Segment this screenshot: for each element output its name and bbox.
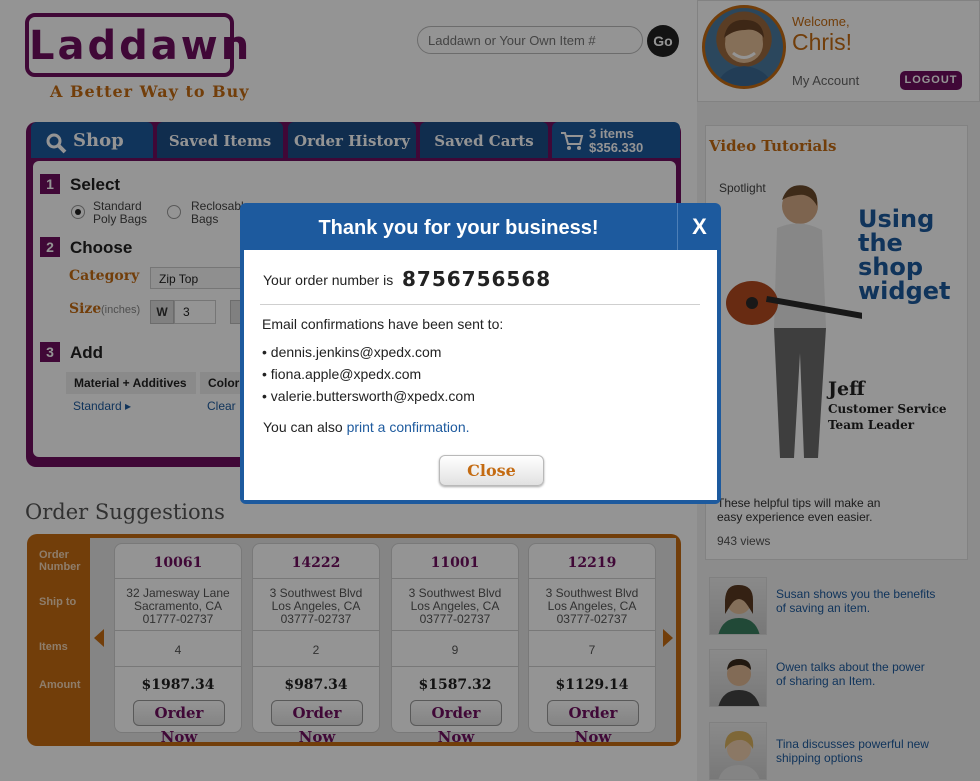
print-confirmation-link[interactable]: print a confirmation. (347, 419, 470, 435)
modal-title: Thank you for your business! (318, 217, 599, 239)
print-prefix-text: You can also (263, 419, 343, 435)
email-recipient: • fiona.apple@xpedx.com (262, 366, 422, 382)
email-recipient: • valerie.buttersworth@xpedx.com (262, 388, 475, 404)
email-confirmation-intro: Email confirmations have been sent to: (262, 316, 504, 332)
close-button[interactable]: Close (439, 455, 544, 486)
order-number-prefix: Your order number is (263, 272, 394, 288)
email-recipient: • dennis.jenkins@xpedx.com (262, 344, 442, 360)
modal-divider (260, 304, 700, 305)
modal-close-x-button[interactable]: X (677, 203, 721, 250)
print-prefix: You can also print a confirmation. (263, 419, 470, 435)
order-number: 8756756568 (402, 267, 552, 291)
